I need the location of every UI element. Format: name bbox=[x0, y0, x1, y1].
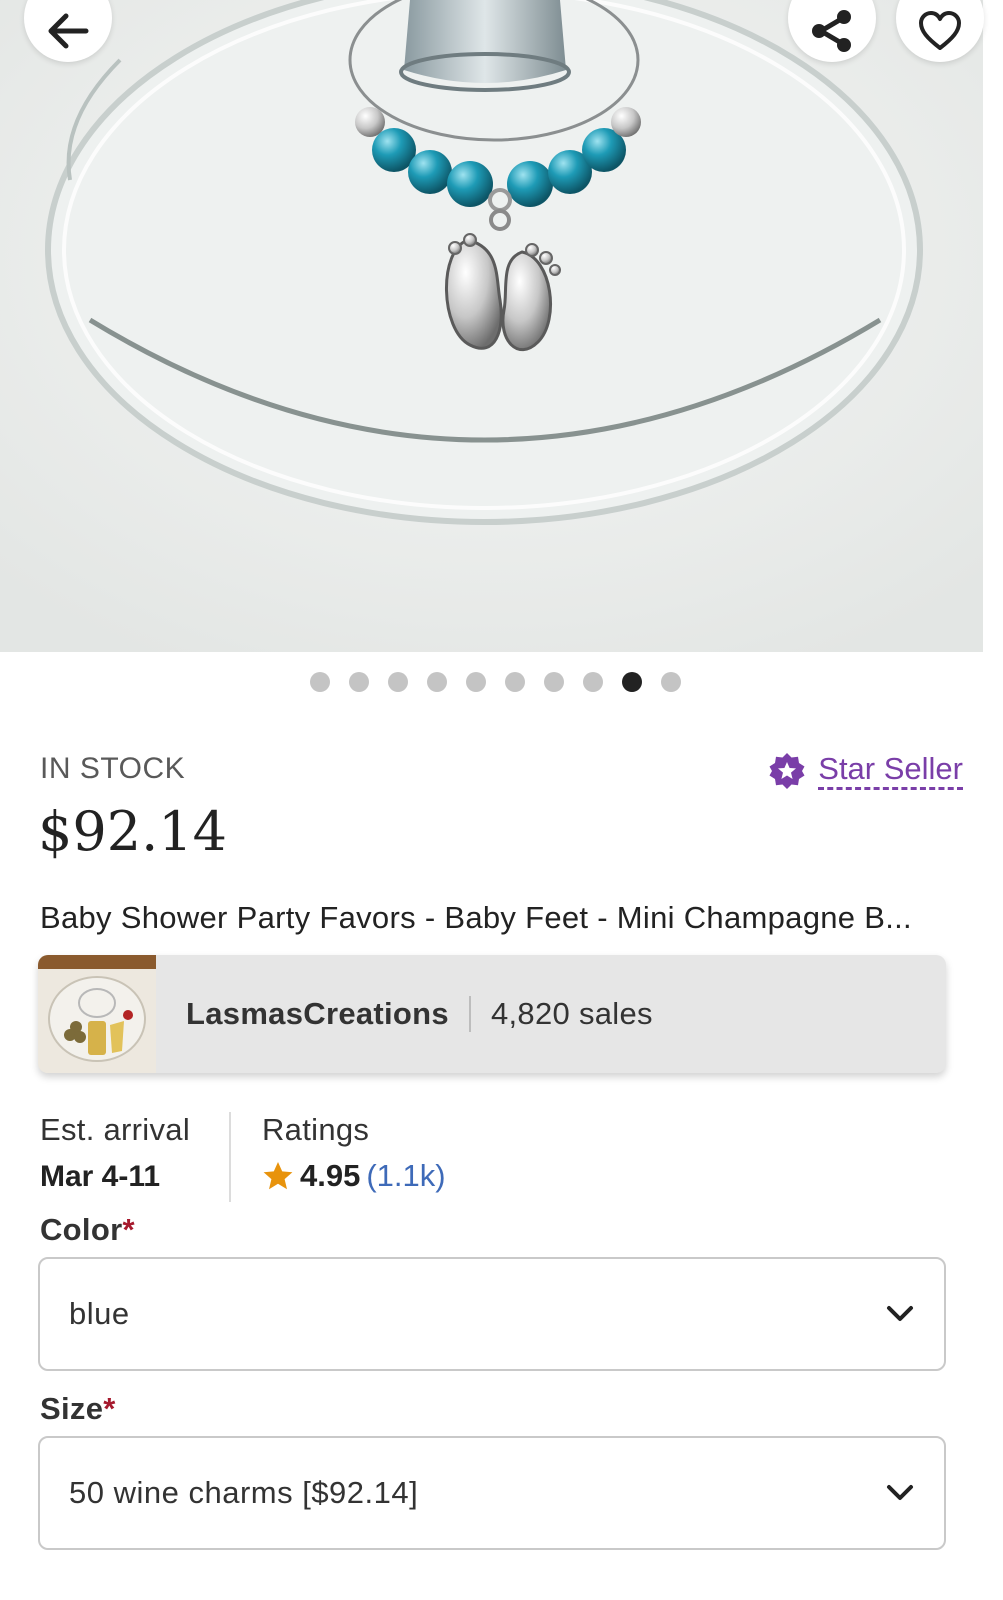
chevron-down-icon bbox=[887, 1306, 913, 1321]
shop-name: LasmasCreations bbox=[186, 996, 449, 1031]
ratings[interactable]: Ratings 4.95 (1.1k) bbox=[262, 1112, 446, 1194]
stock-status: IN STOCK bbox=[40, 752, 186, 785]
image-carousel-dots bbox=[0, 672, 1003, 692]
product-image[interactable] bbox=[0, 0, 983, 652]
required-mark: * bbox=[122, 1212, 135, 1247]
arrow-left-icon bbox=[48, 13, 89, 49]
size-select-value: 50 wine charms [$92.14] bbox=[69, 1475, 419, 1510]
price: $92.14 bbox=[38, 800, 227, 863]
estimated-arrival: Est. arrival Mar 4-11 bbox=[40, 1112, 190, 1194]
carousel-dot[interactable] bbox=[583, 672, 603, 692]
carousel-dot[interactable] bbox=[466, 672, 486, 692]
star-seller-label: Star Seller bbox=[818, 752, 963, 790]
size-label: Size* bbox=[40, 1391, 116, 1427]
carousel-dot[interactable] bbox=[622, 672, 642, 692]
carousel-dot[interactable] bbox=[505, 672, 525, 692]
size-select[interactable]: 50 wine charms [$92.14] bbox=[38, 1436, 946, 1550]
rating-count-link[interactable]: (1.1k) bbox=[366, 1158, 445, 1194]
shop-logo-image bbox=[38, 955, 156, 1073]
carousel-dot[interactable] bbox=[349, 672, 369, 692]
chevron-down-icon bbox=[887, 1485, 913, 1500]
color-label-text: Color bbox=[40, 1212, 123, 1247]
listing-title[interactable]: Baby Shower Party Favors - Baby Feet - M… bbox=[40, 900, 960, 936]
wine-charm-photo bbox=[0, 0, 983, 652]
arrival-value: Mar 4-11 bbox=[40, 1160, 161, 1193]
carousel-dot[interactable] bbox=[544, 672, 564, 692]
rating-value: 4.95 bbox=[300, 1158, 361, 1193]
arrival-label: Est. arrival bbox=[40, 1112, 191, 1147]
color-select[interactable]: blue bbox=[38, 1257, 946, 1371]
star-seller-icon bbox=[769, 753, 805, 789]
shop-card[interactable]: LasmasCreations 4,820 sales bbox=[38, 955, 946, 1073]
star-icon bbox=[263, 1162, 293, 1190]
shop-divider bbox=[468, 996, 471, 1032]
share-icon bbox=[812, 10, 851, 52]
shop-sales: 4,820 sales bbox=[490, 996, 653, 1031]
carousel-dot[interactable] bbox=[388, 672, 408, 692]
shop-avatar bbox=[38, 955, 156, 1073]
carousel-dot[interactable] bbox=[310, 672, 330, 692]
carousel-dot[interactable] bbox=[427, 672, 447, 692]
star-seller-badge[interactable]: Star Seller bbox=[768, 752, 963, 790]
required-mark: * bbox=[103, 1391, 116, 1426]
info-divider bbox=[229, 1112, 231, 1202]
size-label-text: Size bbox=[40, 1391, 104, 1426]
heart-outline-icon bbox=[919, 11, 961, 50]
ratings-label: Ratings bbox=[262, 1112, 370, 1147]
color-label: Color* bbox=[40, 1212, 135, 1248]
carousel-dot[interactable] bbox=[661, 672, 681, 692]
color-select-value: blue bbox=[69, 1296, 130, 1331]
